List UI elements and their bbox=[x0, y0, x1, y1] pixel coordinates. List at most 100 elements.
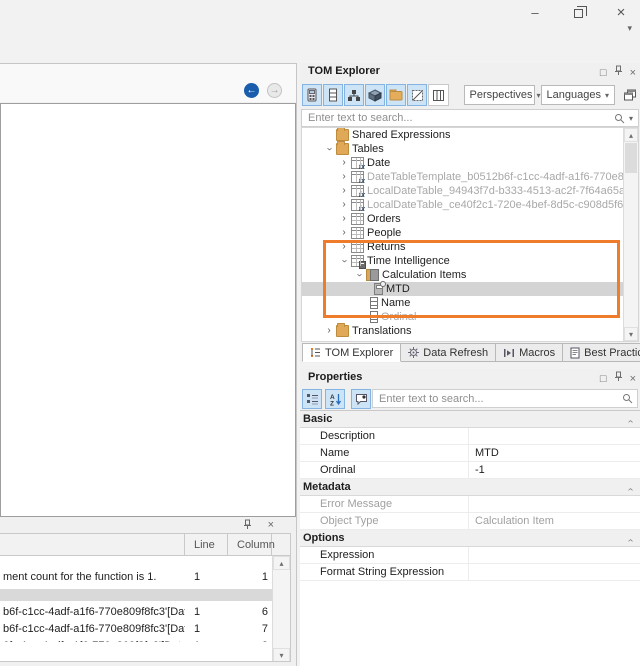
property-row-description[interactable]: Description bbox=[300, 428, 640, 445]
property-row-name[interactable]: Name MTD bbox=[300, 445, 640, 462]
show-partitions-toggle[interactable] bbox=[365, 84, 385, 106]
tab-data-refresh[interactable]: Data Refresh bbox=[401, 343, 496, 362]
close-panel-button[interactable]: × bbox=[630, 372, 636, 386]
scrollbar-thumb[interactable] bbox=[625, 143, 637, 173]
collapse-icon[interactable]: › bbox=[622, 488, 639, 491]
error-row[interactable]: b6f-c1cc-4adf-a1f6-770e809f8fc3'[Date] 1… bbox=[0, 603, 290, 621]
chevron-right-icon[interactable]: › bbox=[324, 324, 334, 338]
navigate-back-button[interactable]: ← bbox=[244, 83, 259, 98]
tree-item-datetabletemplate[interactable]: › fx DateTableTemplate_b0512b6f-c1cc-4ad… bbox=[302, 170, 638, 184]
column-header-column[interactable]: Column bbox=[228, 534, 272, 556]
properties-search-input[interactable] bbox=[373, 393, 618, 405]
error-row[interactable]: 6f-c1cc-4adf-a1f6-770e809f8fc3'[Date] 1 … bbox=[0, 637, 290, 642]
tree-item-ordinal[interactable]: Ordinal bbox=[302, 310, 638, 324]
categorized-icon bbox=[306, 393, 319, 405]
column-header-message[interactable] bbox=[0, 534, 185, 556]
collapse-icon[interactable]: › bbox=[622, 420, 639, 423]
close-panel-button[interactable]: × bbox=[630, 66, 636, 80]
tree-item-calculation-items[interactable]: › Calculation Items bbox=[302, 268, 638, 282]
tree-item-name[interactable]: Name bbox=[302, 296, 638, 310]
tree-item-tables[interactable]: › Tables bbox=[302, 142, 638, 156]
restore-icon bbox=[574, 9, 583, 18]
properties-header: Properties □ × bbox=[300, 369, 640, 387]
section-basic[interactable]: Basic › bbox=[300, 411, 640, 428]
tree-item-mtd[interactable]: MTD bbox=[302, 282, 638, 296]
chevron-right-icon[interactable]: › bbox=[339, 184, 349, 198]
property-row-ordinal[interactable]: Ordinal -1 bbox=[300, 462, 640, 479]
chevron-right-icon[interactable]: › bbox=[339, 156, 349, 170]
maximize-panel-button[interactable]: □ bbox=[600, 66, 607, 80]
property-description-toggle[interactable] bbox=[351, 389, 371, 409]
chevron-right-icon[interactable]: › bbox=[339, 226, 349, 240]
show-hierarchies-toggle[interactable] bbox=[344, 84, 364, 106]
tree-item-returns[interactable]: › Returns bbox=[302, 240, 638, 254]
slashed-square-icon bbox=[411, 89, 424, 102]
chevron-down-icon[interactable]: › bbox=[322, 144, 336, 154]
collapse-icon[interactable]: › bbox=[622, 539, 639, 542]
pin-panel-button[interactable] bbox=[614, 65, 623, 80]
tree-item-date[interactable]: › fx Date bbox=[302, 156, 638, 170]
error-list-grid: Line Column ment count for the function … bbox=[0, 533, 291, 662]
section-metadata[interactable]: Metadata › bbox=[300, 479, 640, 496]
tree-item-localdatetable-2[interactable]: › fx LocalDateTable_ce40f2c1-720e-4bef-8… bbox=[302, 198, 638, 212]
tom-search-input[interactable] bbox=[302, 112, 610, 124]
minimize-button[interactable]: – bbox=[522, 2, 548, 22]
perspectives-dropdown[interactable]: Perspectives ▾ bbox=[464, 85, 535, 105]
column-header-line[interactable]: Line bbox=[185, 534, 228, 556]
tree-item-time-intelligence[interactable]: › Time Intelligence bbox=[302, 254, 638, 268]
categorized-view-button[interactable] bbox=[302, 389, 322, 409]
pin-button[interactable] bbox=[243, 519, 252, 533]
tab-tom-explorer[interactable]: TOM Explorer bbox=[302, 343, 401, 362]
tree-item-localdatetable-1[interactable]: › fx LocalDateTable_94943f7d-b333-4513-a… bbox=[302, 184, 638, 198]
maximize-panel-button[interactable]: □ bbox=[600, 372, 607, 386]
chevron-right-icon[interactable]: › bbox=[339, 240, 349, 254]
property-row-error-message[interactable]: Error Message bbox=[300, 496, 640, 513]
tree-scrollbar[interactable]: ▴ ▾ bbox=[623, 128, 638, 341]
chevron-right-icon[interactable]: › bbox=[339, 212, 349, 226]
error-line: 1 bbox=[185, 620, 228, 638]
document-well-dropdown[interactable]: ▾ bbox=[627, 23, 632, 34]
scroll-up-button[interactable]: ▴ bbox=[273, 556, 290, 570]
property-row-object-type[interactable]: Object Type Calculation Item bbox=[300, 513, 640, 530]
show-columns-toggle[interactable] bbox=[323, 84, 343, 106]
chevron-right-icon[interactable]: › bbox=[339, 170, 349, 184]
tab-macros[interactable]: Macros bbox=[496, 343, 563, 362]
chevron-down-icon[interactable]: › bbox=[337, 256, 351, 266]
tree-item-people[interactable]: › People bbox=[302, 226, 638, 240]
scroll-down-button[interactable]: ▾ bbox=[624, 327, 638, 341]
show-column-view-toggle[interactable] bbox=[428, 84, 448, 106]
chevron-down-icon[interactable]: ▾ bbox=[629, 114, 633, 123]
error-row[interactable]: b6f-c1cc-4adf-a1f6-770e809f8fc3'[Date] 1… bbox=[0, 620, 290, 638]
close-button[interactable]: × bbox=[608, 2, 634, 22]
tree-item-translations[interactable]: › Translations bbox=[302, 324, 638, 338]
property-row-format-string-expression[interactable]: Format String Expression bbox=[300, 564, 640, 581]
property-row-expression[interactable]: Expression bbox=[300, 547, 640, 564]
close-panel-button[interactable]: × bbox=[268, 519, 274, 531]
tree-item-shared-expressions[interactable]: › Shared Expressions bbox=[302, 128, 638, 142]
error-row-separator[interactable] bbox=[0, 589, 290, 601]
tree-item-orders[interactable]: › Orders bbox=[302, 212, 638, 226]
properties-grid: Basic › Description Name MTD Ordinal -1 … bbox=[300, 410, 640, 666]
languages-dropdown[interactable]: Languages ▾ bbox=[541, 85, 615, 105]
pin-icon bbox=[243, 519, 252, 530]
section-options[interactable]: Options › bbox=[300, 530, 640, 547]
cascade-windows-button[interactable] bbox=[622, 86, 638, 104]
alphabetical-sort-button[interactable]: AZ bbox=[325, 389, 345, 409]
restore-button[interactable] bbox=[565, 2, 591, 22]
show-measures-toggle[interactable] bbox=[302, 84, 322, 106]
scroll-down-button[interactable]: ▾ bbox=[273, 648, 290, 662]
calculation-item-icon bbox=[374, 283, 383, 295]
chevron-right-icon[interactable]: › bbox=[339, 198, 349, 212]
error-message: ment count for the function is 1. bbox=[3, 568, 185, 586]
navigate-forward-button[interactable]: → bbox=[267, 83, 282, 98]
error-row[interactable]: ment count for the function is 1. 1 1 bbox=[0, 568, 290, 586]
error-list-scrollbar[interactable]: ▴ ▾ bbox=[272, 556, 290, 662]
show-folders-toggle[interactable] bbox=[386, 84, 406, 106]
pin-panel-button[interactable] bbox=[614, 371, 623, 386]
show-hidden-objects-toggle[interactable] bbox=[407, 84, 427, 106]
tab-best-practice-analyzer[interactable]: Best Practice A... bbox=[563, 343, 640, 362]
arrow-down-icon: ▾ bbox=[629, 330, 633, 339]
chevron-down-icon[interactable]: › bbox=[352, 270, 366, 280]
scroll-up-button[interactable]: ▴ bbox=[624, 128, 638, 142]
expression-editor-area[interactable] bbox=[0, 103, 296, 517]
